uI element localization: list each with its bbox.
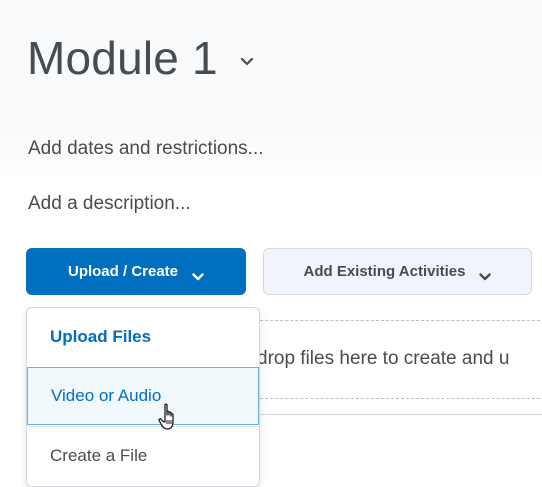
chevron-down-icon[interactable]: [240, 57, 254, 67]
add-dates-restrictions-link[interactable]: Add dates and restrictions...: [28, 138, 264, 160]
menu-item-label: Video or Audio: [51, 386, 162, 405]
chevron-down-icon: [479, 268, 492, 280]
add-existing-activities-button[interactable]: Add Existing Activities: [263, 248, 532, 295]
menu-item-label: Create a File: [50, 445, 148, 465]
upload-create-button[interactable]: Upload / Create: [26, 248, 246, 295]
hand-pointer-cursor-icon: [158, 403, 180, 431]
upload-create-menu: Upload Files Video or Audio Create a Fil…: [26, 307, 260, 487]
menu-item-upload-files[interactable]: Upload Files: [27, 308, 259, 366]
module-title-row[interactable]: Module 1: [27, 28, 254, 88]
add-description-link[interactable]: Add a description...: [28, 193, 191, 215]
upload-create-label: Upload / Create: [67, 263, 179, 280]
menu-item-create-a-file[interactable]: Create a File: [27, 426, 259, 484]
page-title: Module 1: [27, 32, 218, 84]
menu-item-video-or-audio[interactable]: Video or Audio: [27, 367, 259, 425]
chevron-down-icon: [192, 268, 204, 280]
add-existing-activities-label: Add Existing Activities: [303, 263, 466, 280]
dropzone-text: drop files here to create and u: [257, 348, 510, 369]
menu-item-label: Upload Files: [50, 327, 152, 346]
divider: [240, 414, 542, 415]
